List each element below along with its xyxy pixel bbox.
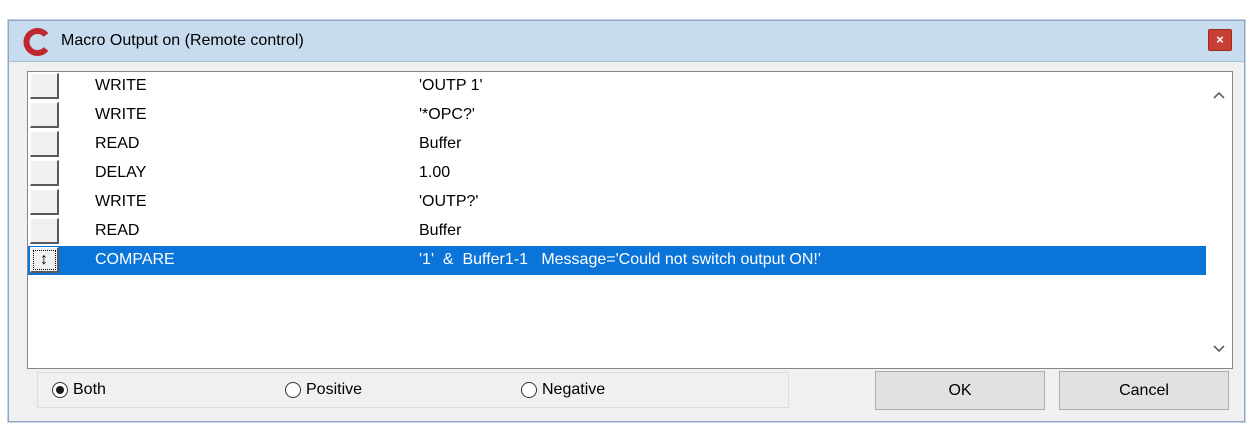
command-name: WRITE [95, 106, 147, 123]
command-argument: 'OUTP 1' [419, 77, 483, 94]
command-argument: 1.00 [419, 164, 451, 181]
close-button[interactable]: × [1208, 29, 1232, 51]
row-handle[interactable] [30, 131, 59, 157]
radio-circle [285, 382, 301, 398]
radio-selected-dot [56, 386, 64, 394]
command-argument: '*OPC?' [419, 106, 475, 123]
radio-label-positive: Positive [306, 381, 363, 398]
macro-output-dialog: Macro Output on (Remote control) × WRITE… [8, 20, 1245, 422]
radio-label-both: Both [73, 381, 106, 398]
app-logo-icon [23, 28, 49, 56]
ok-button[interactable]: OK [875, 371, 1045, 410]
window-title: Macro Output on (Remote control) [61, 32, 304, 49]
command-name: READ [95, 222, 140, 239]
cancel-button[interactable]: Cancel [1059, 371, 1229, 410]
row-handle[interactable] [30, 189, 59, 215]
row-handle[interactable] [30, 73, 59, 99]
vertical-scrollbar[interactable] [1206, 72, 1232, 368]
list-item[interactable]: ↕ COMPARE '1' & Buffer1-1 Message='Could n… [28, 246, 1206, 275]
command-name: READ [95, 135, 140, 152]
row-handle[interactable] [30, 102, 59, 128]
command-name: DELAY [95, 164, 147, 181]
list-item[interactable]: WRITE 'OUTP 1' [28, 72, 1206, 101]
command-name: WRITE [95, 77, 147, 94]
radio-label-negative: Negative [542, 381, 606, 398]
macro-command-list[interactable]: WRITE 'OUTP 1' WRITE '*OPC?' READ Buffer DELAY… [27, 71, 1233, 369]
command-name: WRITE [95, 193, 147, 210]
command-argument: 'OUTP?' [419, 193, 479, 210]
row-move-handle-icon[interactable]: ↕ [30, 247, 59, 273]
list-item[interactable]: WRITE 'OUTP?' [28, 188, 1206, 217]
command-argument: '1' & Buffer1-1 Message='Could not switc… [419, 251, 821, 268]
result-filter-group: Both Positive Negative [37, 372, 789, 408]
row-handle[interactable] [30, 218, 59, 244]
list-item[interactable]: DELAY 1.00 [28, 159, 1206, 188]
list-item[interactable]: WRITE '*OPC?' [28, 101, 1206, 130]
radio-circle [521, 382, 537, 398]
chevron-down-icon[interactable] [1206, 336, 1232, 360]
title-bar[interactable]: Macro Output on (Remote control) × [9, 21, 1244, 62]
command-rows: WRITE 'OUTP 1' WRITE '*OPC?' READ Buffer DELAY… [28, 72, 1206, 275]
command-argument: Buffer [419, 135, 462, 152]
chevron-up-icon[interactable] [1206, 82, 1232, 106]
command-argument: Buffer [419, 222, 462, 239]
list-item[interactable]: READ Buffer [28, 217, 1206, 246]
list-item[interactable]: READ Buffer [28, 130, 1206, 159]
command-name: COMPARE [95, 251, 175, 268]
updown-arrow-icon: ↕ [40, 251, 48, 268]
radio-circle [52, 382, 68, 398]
row-handle[interactable] [30, 160, 59, 186]
